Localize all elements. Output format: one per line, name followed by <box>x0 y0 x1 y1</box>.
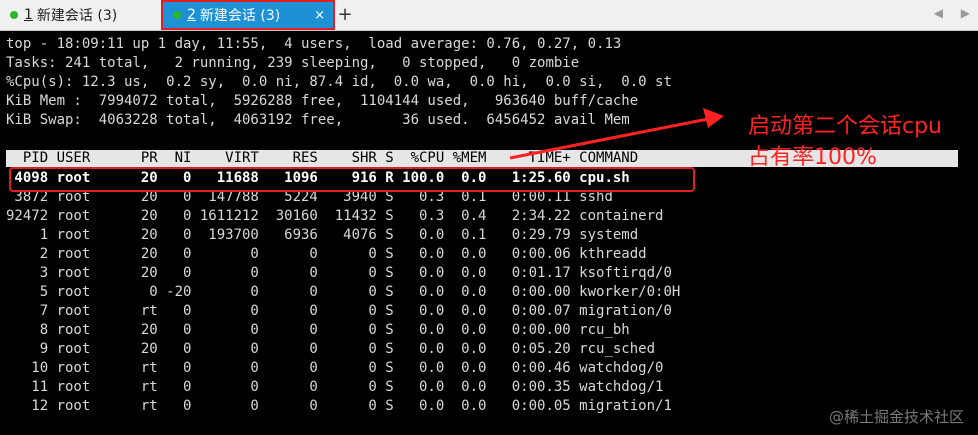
annotation-line-1: 启动第二个会话cpu <box>748 114 943 139</box>
annotation-arrow-icon <box>509 108 724 160</box>
watermark: @稀土掘金技术社区 <box>828 408 964 426</box>
annotation-line-2: 占有率100% <box>748 145 877 170</box>
annotation-text: 启动第二个会话cpu 占有率100% <box>748 111 942 173</box>
